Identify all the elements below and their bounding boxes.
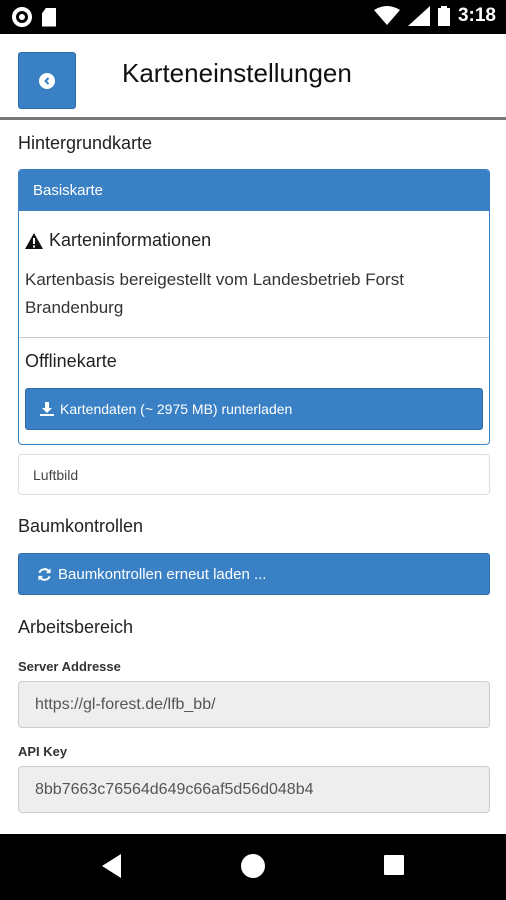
battery-icon	[437, 6, 450, 26]
back-button[interactable]	[18, 52, 76, 109]
api-key-input[interactable]	[18, 766, 490, 813]
aerial-map-option[interactable]: Luftbild	[18, 454, 490, 495]
offline-map-title: Offlinekarte	[25, 351, 117, 371]
nav-back-icon[interactable]	[102, 854, 121, 878]
download-map-label: Kartendaten (~ 2975 MB) runterladen	[60, 401, 293, 417]
divider	[19, 337, 489, 338]
basemap-option[interactable]: Basiskarte	[19, 170, 489, 211]
download-icon	[40, 402, 54, 416]
navigation-bar	[0, 834, 506, 900]
download-map-button[interactable]: Kartendaten (~ 2975 MB) runterladen	[25, 388, 483, 430]
notification-icon	[12, 7, 32, 27]
section-title-tree-controls: Baumkontrollen	[18, 516, 144, 536]
app-header: Karteneinstellungen	[0, 34, 506, 120]
page-title: Karteneinstellungen	[122, 58, 352, 88]
clock: 3:18	[457, 5, 496, 26]
map-info-text: Kartenbasis bereigestellt vom Landesbetr…	[25, 270, 404, 317]
section-title-workspace: Arbeitsbereich	[18, 617, 134, 637]
basemap-panel: Basiskarte Karteninformationen Kartenbas…	[18, 169, 490, 445]
chevron-left-circle-icon	[39, 72, 55, 89]
api-key-label: API Key	[18, 744, 68, 759]
map-info-title: Karteninformationen	[25, 230, 211, 251]
reload-tree-controls-label: Baumkontrollen erneut laden ...	[58, 565, 267, 583]
wifi-icon	[373, 6, 400, 25]
nav-home-icon[interactable]	[241, 854, 265, 878]
refresh-icon	[38, 567, 51, 581]
sd-card-icon	[42, 7, 56, 27]
nav-recent-apps-icon[interactable]	[384, 855, 404, 875]
status-bar: 3:18	[0, 0, 506, 34]
reload-tree-controls-button[interactable]: Baumkontrollen erneut laden ...	[18, 553, 490, 595]
server-address-input[interactable]	[18, 681, 490, 728]
signal-icon	[407, 6, 430, 26]
warning-icon	[25, 232, 43, 249]
server-address-label: Server Addresse	[18, 659, 121, 674]
map-info-title-label: Karteninformationen	[49, 230, 212, 250]
section-title-background-map: Hintergrundkarte	[18, 133, 153, 153]
